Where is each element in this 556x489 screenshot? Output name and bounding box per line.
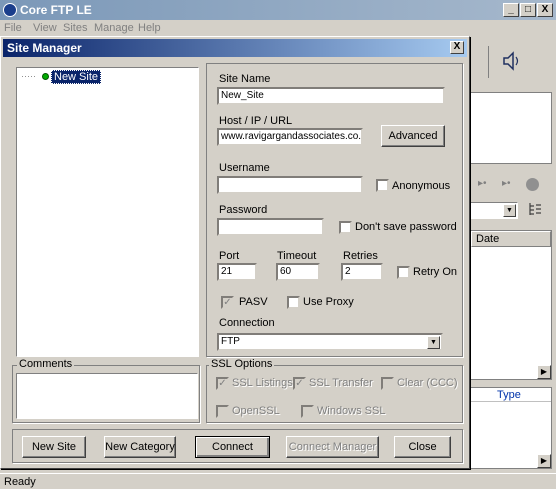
username-field[interactable]	[217, 176, 363, 194]
connection-label: Connection	[219, 317, 275, 329]
anonymous-label: Anonymous	[392, 180, 451, 192]
menu-help[interactable]: Help	[138, 22, 161, 34]
site-name-field[interactable]: New_Site	[217, 87, 445, 105]
minimize-button[interactable]: _	[503, 3, 519, 17]
new-site-button[interactable]: New Site	[22, 436, 86, 458]
password-label: Password	[219, 204, 268, 216]
transfer-controls: ▸• ▸•	[478, 178, 548, 194]
connection-dropdown[interactable]: FTP ▼	[217, 333, 443, 351]
windows-ssl-radio[interactable]	[301, 405, 314, 418]
clear-ccc-checkbox[interactable]	[381, 377, 394, 390]
queue-header: Type	[471, 388, 551, 402]
site-tree[interactable]: ····· New Site	[16, 67, 199, 357]
status-text: Ready	[4, 476, 36, 488]
chevron-down-icon[interactable]: ▼	[503, 204, 516, 217]
pasv-label: PASV	[239, 296, 268, 308]
dont-save-password-label: Don't save password	[355, 221, 457, 233]
host-field[interactable]: www.ravigargandassociates.co.uk	[217, 128, 363, 146]
retries-field[interactable]: 2	[341, 263, 383, 281]
use-proxy-checkbox[interactable]	[287, 296, 300, 309]
menu-manage[interactable]: Manage	[94, 22, 134, 34]
dont-save-password-checkbox[interactable]	[339, 221, 352, 234]
comments-textarea[interactable]	[16, 373, 198, 419]
connect-manager-button[interactable]: Connect Manager	[286, 436, 379, 458]
queue-scroll-right-button[interactable]: ▶	[537, 454, 551, 468]
timeout-label: Timeout	[277, 250, 317, 262]
host-label: Host / IP / URL	[219, 115, 293, 127]
dialog-title-bar: Site Manager X	[3, 39, 467, 57]
dialog-close-button[interactable]: X	[450, 41, 464, 54]
username-label: Username	[219, 162, 270, 174]
remote-info-panel	[470, 92, 552, 164]
chevron-down-icon[interactable]: ▼	[427, 336, 440, 349]
connection-value: FTP	[221, 336, 240, 347]
site-icon	[42, 73, 49, 80]
connect-button[interactable]: Connect	[195, 436, 270, 458]
speaker-icon[interactable]	[502, 50, 519, 72]
retry-on-checkbox[interactable]	[397, 266, 410, 279]
play-all-icon[interactable]: ▸•	[502, 178, 511, 189]
menu-sites[interactable]: Sites	[63, 22, 87, 34]
site-manager-dialog: Site Manager X ····· New Site Comments S…	[0, 36, 470, 469]
clear-ccc-label: Clear (CCC)	[397, 377, 458, 389]
type-column-header[interactable]: Type	[497, 389, 521, 401]
anonymous-checkbox[interactable]	[376, 179, 389, 192]
app-logo-icon	[3, 3, 17, 17]
ssl-options-label: SSL Options	[209, 358, 275, 370]
date-column-header[interactable]: Date	[471, 231, 551, 247]
use-proxy-label: Use Proxy	[303, 296, 354, 308]
ssl-transfer-checkbox[interactable]: ✓	[293, 377, 306, 390]
scroll-right-button[interactable]: ▶	[537, 365, 551, 379]
menu-file[interactable]: File	[4, 22, 22, 34]
status-bar: Ready	[0, 473, 556, 489]
ssl-listings-checkbox[interactable]: ✓	[216, 377, 229, 390]
retries-label: Retries	[343, 250, 378, 262]
queue-list[interactable]: Type ▶	[470, 387, 552, 469]
comments-label: Comments	[17, 358, 75, 370]
main-title-bar: Core FTP LE _ □ X	[0, 0, 556, 20]
password-field[interactable]	[217, 218, 324, 236]
stop-icon[interactable]	[526, 178, 539, 191]
toolbar-area	[470, 40, 556, 84]
retry-on-label: Retry On	[413, 266, 458, 278]
timeout-field[interactable]: 60	[276, 263, 320, 281]
remote-path-dropdown[interactable]: ▼	[470, 202, 518, 219]
play-icon[interactable]: ▸•	[478, 178, 487, 189]
ssl-listings-label: SSL Listings	[232, 377, 293, 389]
openssl-radio[interactable]	[216, 405, 229, 418]
tree-node-new-site[interactable]: New Site	[51, 70, 102, 84]
openssl-label: OpenSSL	[232, 405, 280, 417]
port-field[interactable]: 21	[217, 263, 257, 281]
pasv-checkbox[interactable]: ✓	[221, 296, 234, 309]
close-button[interactable]: Close	[394, 436, 451, 458]
remote-file-list[interactable]: Date ▶	[470, 230, 552, 380]
app-title: Core FTP LE	[20, 3, 92, 17]
windows-ssl-label: Windows SSL	[317, 405, 386, 417]
dialog-title: Site Manager	[7, 41, 82, 55]
advanced-button[interactable]: Advanced	[381, 125, 445, 147]
maximize-button[interactable]: □	[520, 3, 536, 17]
tree-connector: ·····	[21, 71, 36, 81]
site-name-label: Site Name	[219, 73, 271, 85]
tree-view-icon[interactable]	[528, 202, 544, 218]
port-label: Port	[219, 250, 240, 262]
new-category-button[interactable]: New Category	[104, 436, 176, 458]
app-close-button[interactable]: X	[537, 3, 553, 17]
ssl-transfer-label: SSL Transfer	[309, 377, 373, 389]
menu-view[interactable]: View	[33, 22, 57, 34]
